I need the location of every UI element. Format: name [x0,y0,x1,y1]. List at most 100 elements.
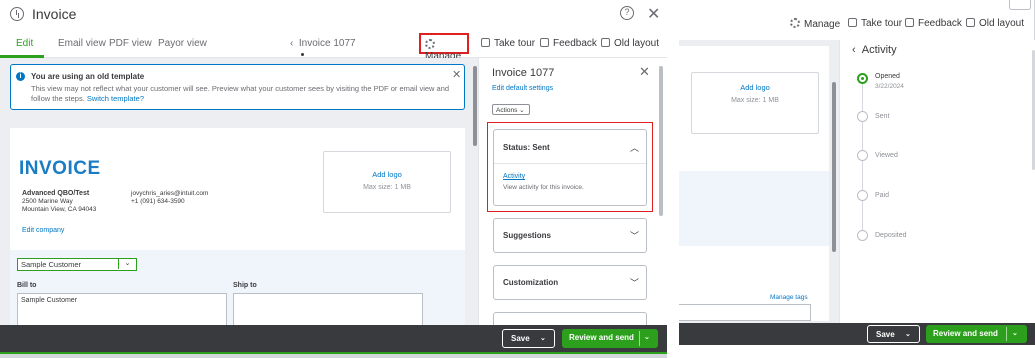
switch-template-link[interactable]: Switch template? [87,94,144,103]
edit-default-settings-link[interactable]: Edit default settings [492,85,553,92]
activity-link[interactable]: Activity [503,173,525,180]
signpost-icon [848,18,857,27]
close-icon[interactable]: ✕ [639,64,650,80]
feedback-label: Feedback [918,18,962,29]
canvas-scrollbar[interactable] [473,66,477,146]
layout-icon [966,18,975,27]
divider [1006,327,1007,341]
close-icon[interactable]: ✕ [647,4,660,24]
customer-select[interactable]: Sample Customer ⌄ [17,258,137,271]
invoice-canvas-partial: Add logo Max size: 1 MB Manage tags [679,40,839,323]
save-label: Save [511,334,530,343]
manage-button[interactable]: Manage [419,33,469,62]
old-layout-label: Old layout [614,38,660,49]
chevron-down-icon[interactable]: ﹀ [630,229,639,242]
canvas-scrollbar[interactable] [832,82,836,252]
logo-max-size: Max size: 1 MB [731,97,779,104]
address-line-2: Mountain View, CA 94043 [22,206,97,213]
old-template-notice: i You are using an old template This vie… [10,64,465,110]
activity-title-label: Activity [861,44,897,56]
feedback-button[interactable]: Feedback [905,18,962,29]
step-deposited-label: Deposited [875,232,907,239]
review-send-label: Review and send [569,333,634,342]
suggestions-title: Suggestions [503,231,552,240]
take-tour-button[interactable]: Take tour [481,38,535,49]
tab-payor-view[interactable]: Payor view [158,38,207,49]
step-paid-label: Paid [875,192,890,199]
side-panel-title: Invoice 1077 [492,67,555,79]
title-bar: Invoice ? ✕ [0,0,667,30]
step-sent-dot [857,111,868,122]
edit-company-link[interactable]: Edit company [22,227,64,234]
save-button[interactable]: Save ⌄ [502,329,555,348]
company-phone: +1 (091) 634-3590 [131,198,185,205]
divider [639,331,640,346]
take-tour-label: Take tour [494,38,536,49]
step-viewed-label: Viewed [875,152,898,159]
manage-tags-link[interactable]: Manage tags [770,294,808,301]
activity-description: View activity for this invoice. [503,184,584,191]
save-label: Save [876,330,895,339]
chevron-down-icon[interactable]: ⌄ [1012,329,1018,337]
take-tour-button[interactable]: Take tour [848,18,902,29]
invoice-nav[interactable]: ‹ Invoice 1077 [290,38,356,49]
notice-title: You are using an old template [31,72,145,81]
bill-to-label: Bill to [17,282,37,289]
footer-bar: Save ⌄ Review and send ⌄ [679,323,1035,345]
old-layout-button[interactable]: Old layout [601,38,659,49]
side-panel-scrollbar[interactable] [659,66,663,216]
gear-icon [425,39,435,49]
save-button[interactable]: Save ⌄ [867,325,920,343]
old-layout-button[interactable]: Old layout [966,18,1024,29]
tags-input[interactable] [679,304,811,321]
footer-bar: Save ⌄ Review and send ⌄ [0,325,667,352]
logo-upload[interactable]: Add logo Max size: 1 MB [691,72,819,134]
step-sent-label: Sent [875,113,890,120]
manage-button[interactable]: Manage [790,18,840,30]
activity-panel: ‹ Activity Opened 3/22/2024 Sent Viewed … [839,40,1035,323]
actions-dropdown[interactable]: Actions ⌄ [492,104,530,115]
customer-section [679,171,829,246]
chevron-down-icon[interactable]: ⌄ [540,334,546,342]
activity-view: Manage Take tour Feedback Old layout Add… [679,0,1035,345]
history-icon[interactable] [10,7,24,21]
nav-dot [301,53,304,56]
step-paid-dot [857,190,868,201]
step-opened-dot [857,73,868,84]
layout-icon [601,38,610,47]
company-block: Advanced QBO/Test 2500 Marine Way Mounta… [10,128,465,234]
tab-edit[interactable]: Edit [16,38,33,49]
view-tabs: Edit Email view PDF view Payor view ‹ In… [0,30,667,62]
chevron-down-icon[interactable]: ⌄ [644,333,650,341]
chevron-down-icon[interactable]: ⌄ [905,330,911,338]
chevron-down-icon[interactable]: ⌄ [118,259,136,269]
chevron-up-icon[interactable]: ︿ [630,141,639,154]
right-toolbar: Manage Take tour Feedback Old layout [679,0,1035,40]
close-icon[interactable]: ✕ [452,68,461,81]
help-icon[interactable]: ? [620,6,634,20]
company-address: Advanced QBO/Test 2500 Marine Way Mounta… [22,190,96,214]
step-opened-date: 3/22/2024 [875,83,904,90]
info-icon: i [16,72,25,81]
more-accordion[interactable] [493,312,647,325]
status-card: Status: Sent ︿ Activity View activity fo… [493,129,647,206]
gear-icon [790,18,800,28]
invoice-editor: Invoice ? ✕ Edit Email view PDF view Pay… [0,0,667,354]
ship-to-label: Ship to [233,282,257,289]
step-deposited-dot [857,230,868,241]
activity-title[interactable]: ‹ Activity [852,44,897,56]
company-email: jovychris_aries@intuit.com [131,190,209,197]
add-logo-link[interactable]: Add logo [692,83,818,92]
customization-accordion[interactable]: Customization ﹀ [493,265,647,300]
divider [494,163,646,164]
chevron-down-icon[interactable]: ﹀ [630,276,639,289]
tab-pdf-view[interactable]: PDF view [109,38,152,49]
company-contact: jovychris_aries@intuit.com +1 (091) 634-… [131,190,208,206]
suggestions-accordion[interactable]: Suggestions ﹀ [493,218,647,253]
review-and-send-button[interactable]: Review and send ⌄ [562,329,658,348]
old-layout-label: Old layout [979,18,1025,29]
feedback-button[interactable]: Feedback [540,38,597,49]
review-and-send-button[interactable]: Review and send ⌄ [926,325,1027,343]
feedback-label: Feedback [553,38,597,49]
tab-email-view[interactable]: Email view [58,38,106,49]
